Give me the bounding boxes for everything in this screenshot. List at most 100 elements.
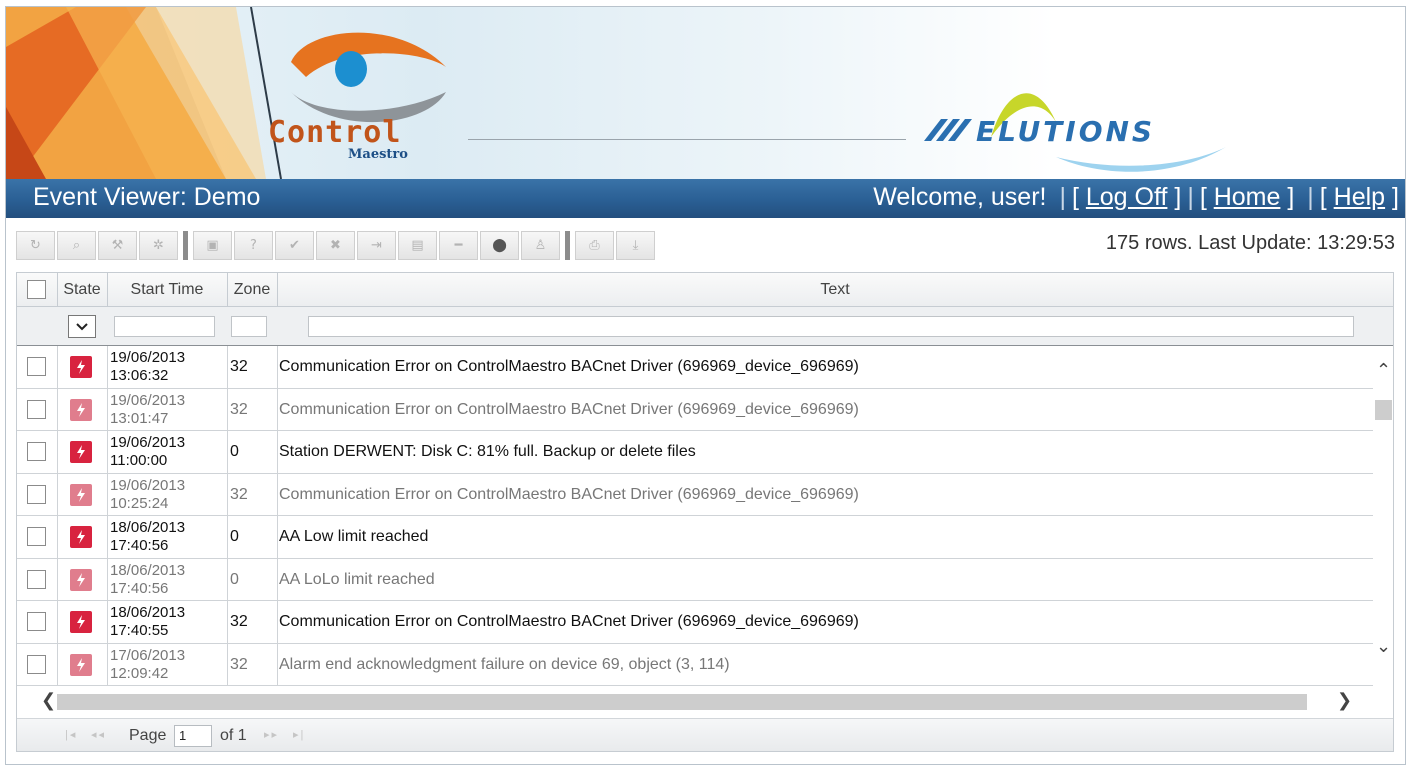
- elutions-logo: ELUTIONS: [976, 115, 1156, 148]
- wrench-button[interactable]: ⚒: [98, 230, 137, 260]
- refresh-button[interactable]: ↻: [16, 230, 55, 260]
- download-button[interactable]: ⤓: [616, 230, 655, 260]
- search-button[interactable]: ⌕: [57, 230, 96, 260]
- row-checkbox[interactable]: [27, 527, 46, 546]
- next-page-icon[interactable]: ▸▸: [264, 728, 279, 741]
- prev-page-icon[interactable]: ◂◂: [91, 728, 106, 741]
- home-link[interactable]: Home: [1214, 183, 1281, 211]
- column-header-state[interactable]: State: [57, 273, 107, 307]
- start-clock: 10:25:24: [110, 494, 169, 512]
- row-checkbox[interactable]: [27, 612, 46, 631]
- image-button[interactable]: ▣: [193, 230, 232, 260]
- stop-button[interactable]: ⬤: [480, 230, 519, 260]
- help-link[interactable]: Help: [1334, 183, 1385, 211]
- toolbar-separator: [183, 230, 188, 260]
- last-page-icon[interactable]: ▸|: [293, 728, 305, 741]
- table-row[interactable]: 18/06/2013 17:40:56 0 AA LoLo limit reached: [17, 558, 1373, 601]
- download-icon: ⤓: [632, 237, 639, 253]
- start-time-cell: 19/06/2013 13:01:47: [110, 392, 185, 428]
- scroll-up-icon[interactable]: ⌃: [1376, 360, 1391, 381]
- zone-cell: 32: [230, 613, 248, 630]
- status-text: 175 rows. Last Update: 13:29:53: [1105, 232, 1395, 254]
- row-checkbox[interactable]: [27, 569, 46, 589]
- table-row[interactable]: 19/06/2013 11:00:00 0 Station DERWENT: Disk…: [17, 431, 1373, 474]
- table-row[interactable]: 19/06/2013 10:25:24 32 Communication Error …: [17, 473, 1373, 516]
- vertical-scroll-thumb[interactable]: [1375, 400, 1392, 420]
- start-date: 19/06/2013: [110, 434, 186, 451]
- row-checkbox[interactable]: [27, 654, 46, 674]
- page-label: Page: [129, 727, 167, 744]
- comment-button[interactable]: ▤: [398, 230, 437, 260]
- horizontal-scrollbar[interactable]: ❮ ❯: [17, 686, 1393, 718]
- text-filter-input[interactable]: [308, 316, 1354, 337]
- start-time-filter-input[interactable]: [114, 316, 215, 337]
- filter-row: [17, 307, 1393, 346]
- zone-filter-input[interactable]: [231, 316, 267, 337]
- start-date: 19/06/2013: [110, 349, 186, 366]
- page-number-input[interactable]: 1: [174, 725, 212, 747]
- event-text-cell: Station DERWENT: Disk C: 81% full. Backu…: [279, 443, 696, 460]
- start-clock: 17:40:56: [110, 537, 169, 554]
- row-checkbox[interactable]: [27, 484, 46, 504]
- minus-button[interactable]: ━: [439, 230, 478, 260]
- start-date: 18/06/2013: [110, 519, 186, 536]
- grid-body: 19/06/2013 13:06:32 32 Communication Error …: [17, 346, 1373, 686]
- select-all-checkbox[interactable]: [27, 280, 46, 299]
- start-time-cell: 18/06/2013 17:40:55: [110, 604, 185, 640]
- event-text-cell: AA LoLo limit reached: [279, 570, 435, 588]
- help-button[interactable]: ?: [234, 230, 273, 260]
- column-header-start-time[interactable]: Start Time: [107, 273, 227, 307]
- pager: |◂ ◂◂ Page 1 of 1 ▸▸ ▸|: [17, 718, 1393, 751]
- logoff-link[interactable]: Log Off: [1086, 183, 1168, 211]
- scroll-right-icon[interactable]: ❯: [1337, 690, 1352, 711]
- print-button[interactable]: ⎙: [575, 230, 614, 260]
- stop-icon: ⬤: [492, 237, 507, 253]
- delete-button[interactable]: ✖: [316, 230, 355, 260]
- zone-cell: 32: [230, 485, 248, 503]
- start-time-cell: 17/06/2013 12:09:42: [110, 647, 185, 683]
- pin-button[interactable]: ⇥: [357, 230, 396, 260]
- event-text-cell: Alarm end acknowledgment failure on devi…: [279, 655, 730, 673]
- row-checkbox[interactable]: [27, 357, 46, 376]
- horizontal-scroll-thumb[interactable]: [57, 694, 1307, 710]
- user-button[interactable]: ♙: [521, 230, 560, 260]
- scroll-down-icon[interactable]: ⌄: [1376, 636, 1391, 657]
- row-checkbox[interactable]: [27, 399, 46, 419]
- controlmaestro-logo: Control: [268, 115, 402, 150]
- header-banner: Control Maestro ELUTIONS: [6, 7, 1405, 179]
- toolbar-separator: [565, 230, 570, 260]
- vertical-scrollbar[interactable]: ⌃ ⌄: [1373, 346, 1393, 686]
- alarm-state-icon: [70, 526, 92, 548]
- table-row[interactable]: 17/06/2013 12:09:42 32 Alarm end acknowledg…: [17, 643, 1373, 686]
- user-icon: ♙: [534, 237, 547, 253]
- grid-header: State Start Time Zone Text: [17, 273, 1393, 307]
- table-row[interactable]: 19/06/2013 13:06:32 32 Communication Error …: [17, 346, 1373, 389]
- start-clock: 17:40:56: [110, 579, 169, 597]
- row-checkbox[interactable]: [27, 442, 46, 461]
- state-filter-select[interactable]: [68, 315, 96, 338]
- print-icon: ⎙: [589, 237, 600, 253]
- start-date: 18/06/2013: [110, 604, 186, 621]
- image-icon: ▣: [206, 237, 219, 253]
- chevron-down-icon: [76, 322, 88, 330]
- user-nav: Welcome, user! |[ Log Off ] |[ Home ] |[ …: [873, 183, 1399, 211]
- event-text-cell: Communication Error on ControlMaestro BA…: [279, 400, 859, 418]
- toolbar: ↻ ⌕ ⚒ ✲ ▣ ? ✔ ✖ ⇥ ▤ ━ ⬤ ♙ ⎙ ⤓: [16, 230, 657, 260]
- table-row[interactable]: 18/06/2013 17:40:55 32 Communication Error …: [17, 601, 1373, 644]
- minus-icon: ━: [454, 237, 463, 253]
- refresh-icon: ↻: [30, 237, 41, 253]
- page-count-label: of 1: [220, 727, 247, 744]
- scroll-left-icon[interactable]: ❮: [41, 690, 56, 711]
- settings-button[interactable]: ✲: [139, 230, 178, 260]
- table-row[interactable]: 19/06/2013 13:01:47 32 Communication Error …: [17, 388, 1373, 431]
- first-page-icon[interactable]: |◂: [65, 728, 77, 741]
- start-time-cell: 19/06/2013 13:06:32: [110, 349, 185, 385]
- alarm-state-icon: [70, 483, 92, 506]
- alarm-state-icon: [70, 356, 92, 378]
- alarm-state-icon: [70, 398, 92, 421]
- table-row[interactable]: 18/06/2013 17:40:56 0 AA Low limit reached: [17, 516, 1373, 559]
- acknowledge-button[interactable]: ✔: [275, 230, 314, 260]
- column-header-text[interactable]: Text: [277, 273, 1393, 307]
- page-title: Event Viewer: Demo: [33, 183, 261, 211]
- column-header-zone[interactable]: Zone: [227, 273, 277, 307]
